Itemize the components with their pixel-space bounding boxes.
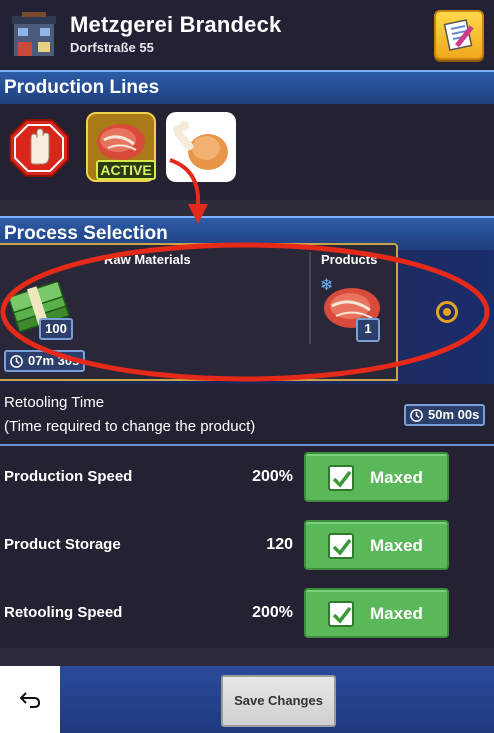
svg-text:❄: ❄ bbox=[320, 276, 333, 294]
maxed-label: Maxed bbox=[370, 604, 423, 623]
process-time-badge: 07m 30s bbox=[4, 350, 86, 372]
stop-hand-icon bbox=[9, 119, 69, 177]
production-lines-panel bbox=[0, 104, 494, 200]
retooling-time-text: 50m 00s bbox=[428, 407, 480, 422]
retooling-title: Retooling Time bbox=[4, 394, 105, 411]
retooling-time-badge: 50m 00s bbox=[404, 404, 486, 426]
back-arrow-icon bbox=[19, 692, 41, 708]
address-subtitle: Dorfstraße 55 bbox=[70, 40, 154, 55]
production-lines-title: Production Lines bbox=[4, 77, 160, 98]
chicken-leg-icon bbox=[173, 121, 228, 170]
stat-label-product-storage: Product Storage bbox=[4, 536, 121, 553]
stat-value-product-storage: 120 bbox=[266, 536, 293, 553]
stat-label-retooling-speed: Retooling Speed bbox=[4, 604, 123, 621]
retooling-description: (Time required to change the product) bbox=[4, 418, 256, 435]
raw-quantity-badge: 100 bbox=[39, 318, 73, 340]
stat-value-retooling-speed: 200% bbox=[252, 604, 293, 621]
footer-divider bbox=[0, 648, 494, 666]
stat-value-production-speed: 200% bbox=[252, 468, 293, 485]
production-lines-bar: Production Lines bbox=[0, 70, 494, 104]
stat-label-production-speed: Production Speed bbox=[4, 468, 133, 485]
product-storage-maxed-button[interactable]: Maxed bbox=[304, 520, 449, 570]
maxed-label: Maxed bbox=[370, 536, 423, 555]
production-line-stop[interactable] bbox=[4, 112, 74, 182]
active-badge: ACTIVE bbox=[96, 160, 156, 180]
product-quantity-badge: 1 bbox=[356, 318, 380, 342]
section-divider bbox=[0, 200, 494, 216]
process-time-text: 07m 30s bbox=[28, 353, 80, 368]
checkbox-icon bbox=[328, 601, 354, 627]
retooling-speed-maxed-button[interactable]: Maxed bbox=[304, 588, 449, 638]
save-changes-button[interactable]: Save Changes bbox=[221, 675, 336, 727]
page-title: Metzgerei Brandeck bbox=[70, 12, 282, 37]
production-line-chicken[interactable] bbox=[166, 112, 236, 182]
production-speed-maxed-button[interactable]: Maxed bbox=[304, 452, 449, 502]
notepad-pencil-icon bbox=[443, 19, 474, 51]
checkbox-icon bbox=[328, 533, 354, 559]
products-label: Products bbox=[321, 252, 378, 267]
building-icon bbox=[12, 12, 56, 56]
column-separator bbox=[309, 252, 311, 344]
back-button[interactable] bbox=[0, 666, 60, 733]
clock-refresh-icon bbox=[10, 355, 23, 368]
maxed-label: Maxed bbox=[370, 468, 423, 487]
clock-refresh-icon bbox=[410, 409, 423, 422]
process-selection-title: Process Selection bbox=[4, 223, 168, 244]
checkbox-icon bbox=[328, 465, 354, 491]
notes-button[interactable] bbox=[434, 10, 484, 60]
target-icon[interactable] bbox=[436, 301, 458, 323]
raw-materials-label: Raw Materials bbox=[104, 252, 191, 267]
